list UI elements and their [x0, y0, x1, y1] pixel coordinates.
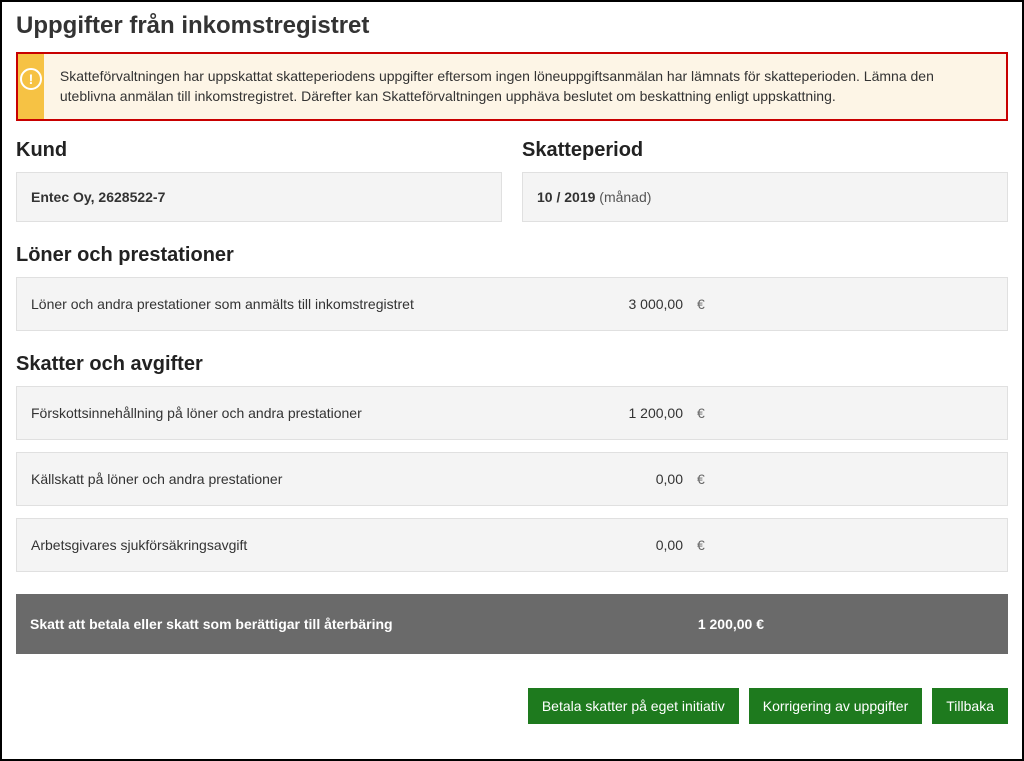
customer-period-row: Kund Entec Oy, 2628522-7 Skatteperiod 10…: [16, 139, 1008, 222]
row-currency: €: [683, 296, 723, 312]
total-label: Skatt att betala eller skatt som berätti…: [30, 616, 614, 632]
customer-column: Kund Entec Oy, 2628522-7: [16, 139, 502, 222]
row-amount: 3 000,00: [573, 296, 683, 312]
row-label: Källskatt på löner och andra prestatione…: [31, 471, 573, 487]
total-row: Skatt att betala eller skatt som berätti…: [16, 594, 1008, 654]
correct-data-button[interactable]: Korrigering av uppgifter: [749, 688, 923, 724]
wages-heading: Löner och prestationer: [16, 244, 1008, 267]
wages-section: Löner och prestationer Löner och andra p…: [16, 244, 1008, 331]
row-amount: 0,00: [573, 471, 683, 487]
alert-text: Skatteförvaltningen har uppskattat skatt…: [44, 54, 1006, 119]
row-currency: €: [683, 471, 723, 487]
row-amount: 1 200,00: [573, 405, 683, 421]
tax-period-box: 10 / 2019 (månad): [522, 172, 1008, 222]
customer-box: Entec Oy, 2628522-7: [16, 172, 502, 222]
pay-taxes-button[interactable]: Betala skatter på eget initiativ: [528, 688, 739, 724]
row-label: Löner och andra prestationer som anmälts…: [31, 296, 573, 312]
row-label: Arbetsgivares sjukförsäkringsavgift: [31, 537, 573, 553]
button-row: Betala skatter på eget initiativ Korrige…: [16, 688, 1008, 724]
alert-icon-column: !: [18, 54, 44, 119]
alert-box: ! Skatteförvaltningen har uppskattat ska…: [16, 52, 1008, 121]
row-currency: €: [683, 405, 723, 421]
tax-period-heading: Skatteperiod: [522, 139, 1008, 162]
taxes-section: Skatter och avgifter Förskottsinnehållni…: [16, 353, 1008, 572]
row-label: Förskottsinnehållning på löner och andra…: [31, 405, 573, 421]
page-frame: Uppgifter från inkomstregistret ! Skatte…: [0, 0, 1024, 761]
warning-icon: !: [20, 68, 42, 90]
row-currency: €: [683, 537, 723, 553]
tax-period-column: Skatteperiod 10 / 2019 (månad): [522, 139, 1008, 222]
data-row: Källskatt på löner och andra prestatione…: [16, 452, 1008, 506]
total-amount: 1 200,00 €: [614, 616, 764, 632]
customer-value: Entec Oy, 2628522-7: [31, 189, 165, 205]
tax-period-value: 10 / 2019: [537, 189, 595, 205]
warning-icon-glyph: !: [29, 72, 34, 86]
tax-period-unit: (månad): [599, 189, 651, 205]
back-button[interactable]: Tillbaka: [932, 688, 1008, 724]
row-amount: 0,00: [573, 537, 683, 553]
customer-heading: Kund: [16, 139, 502, 162]
data-row: Arbetsgivares sjukförsäkringsavgift 0,00…: [16, 518, 1008, 572]
data-row: Förskottsinnehållning på löner och andra…: [16, 386, 1008, 440]
page-title: Uppgifter från inkomstregistret: [16, 12, 1008, 40]
data-row: Löner och andra prestationer som anmälts…: [16, 277, 1008, 331]
taxes-heading: Skatter och avgifter: [16, 353, 1008, 376]
